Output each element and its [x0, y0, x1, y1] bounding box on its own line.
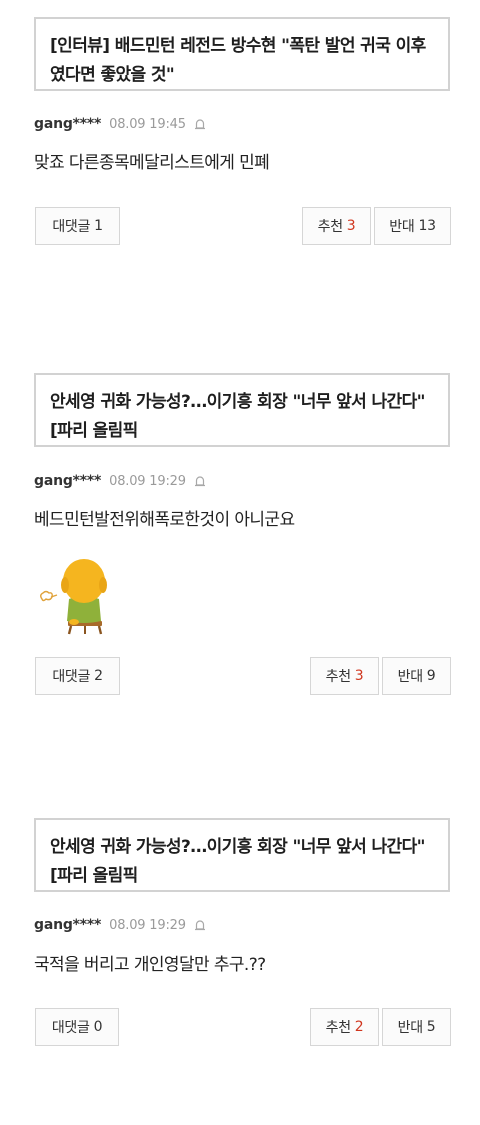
reply-count: 2	[94, 668, 103, 684]
comment-date: 08.09 19:29	[109, 473, 186, 489]
recommend-label: 추천	[325, 669, 351, 685]
article-title[interactable]: 안세영 귀화 가능성?…이기흥 회장 "너무 앞서 나간다"[파리 올림픽	[50, 833, 434, 891]
comment-meta: gang**** 08.09 19:45	[34, 113, 207, 135]
oppose-label: 반대	[397, 669, 423, 685]
comment-meta: gang**** 08.09 19:29	[34, 914, 207, 936]
report-icon[interactable]	[193, 117, 207, 131]
reply-button[interactable]: 대댓글 0	[35, 1008, 119, 1046]
reply-label: 대댓글	[52, 669, 91, 685]
reply-count: 0	[93, 1019, 103, 1035]
oppose-button[interactable]: 반대 13	[374, 207, 451, 245]
oppose-label: 반대	[389, 219, 415, 235]
recommend-count: 3	[346, 218, 356, 234]
username[interactable]: gang****	[34, 917, 101, 933]
article-link-box[interactable]: 안세영 귀화 가능성?…이기흥 회장 "너무 앞서 나간다"[파리 올림픽	[34, 373, 450, 447]
recommend-label: 추천	[325, 1020, 351, 1036]
oppose-count: 5	[426, 1019, 436, 1035]
report-icon[interactable]	[193, 918, 207, 932]
recommend-button[interactable]: 추천 2	[310, 1008, 379, 1046]
oppose-count: 13	[418, 218, 436, 234]
reply-label: 대댓글	[51, 1020, 90, 1036]
article-link-box[interactable]: [인터뷰] 배드민턴 레전드 방수현 "폭탄 발언 귀국 이후였다면 좋았을 것…	[34, 17, 450, 91]
oppose-button[interactable]: 반대 5	[382, 1008, 451, 1046]
comment-date: 08.09 19:29	[109, 917, 186, 933]
reply-label: 대댓글	[52, 219, 91, 235]
comment-date: 08.09 19:45	[109, 116, 186, 132]
oppose-label: 반대	[397, 1020, 423, 1036]
oppose-button[interactable]: 반대 9	[382, 657, 451, 695]
recommend-button[interactable]: 추천 3	[302, 207, 371, 245]
username[interactable]: gang****	[34, 116, 101, 132]
comment-text: 국적을 버리고 개인영달만 추구.??	[34, 955, 266, 975]
report-icon[interactable]	[193, 474, 207, 488]
reply-count: 1	[94, 218, 103, 234]
reply-button[interactable]: 대댓글 1	[35, 207, 120, 245]
comment-text: 맞죠 다른종목메달리스트에게 민폐	[34, 153, 270, 173]
comment-text: 베드민턴발전위해폭로한것이 아니군요	[34, 510, 295, 530]
oppose-count: 9	[426, 668, 436, 684]
recommend-label: 추천	[317, 219, 343, 235]
recommend-count: 3	[354, 668, 364, 684]
article-title[interactable]: [인터뷰] 배드민턴 레전드 방수현 "폭탄 발언 귀국 이후였다면 좋았을 것…	[50, 32, 434, 90]
sulking-character-sticker	[38, 555, 110, 639]
recommend-count: 2	[354, 1019, 364, 1035]
reply-button[interactable]: 대댓글 2	[35, 657, 120, 695]
username[interactable]: gang****	[34, 473, 101, 489]
article-title[interactable]: 안세영 귀화 가능성?…이기흥 회장 "너무 앞서 나간다"[파리 올림픽	[50, 388, 434, 446]
recommend-button[interactable]: 추천 3	[310, 657, 379, 695]
comment-meta: gang**** 08.09 19:29	[34, 470, 207, 492]
article-link-box[interactable]: 안세영 귀화 가능성?…이기흥 회장 "너무 앞서 나간다"[파리 올림픽	[34, 818, 450, 892]
